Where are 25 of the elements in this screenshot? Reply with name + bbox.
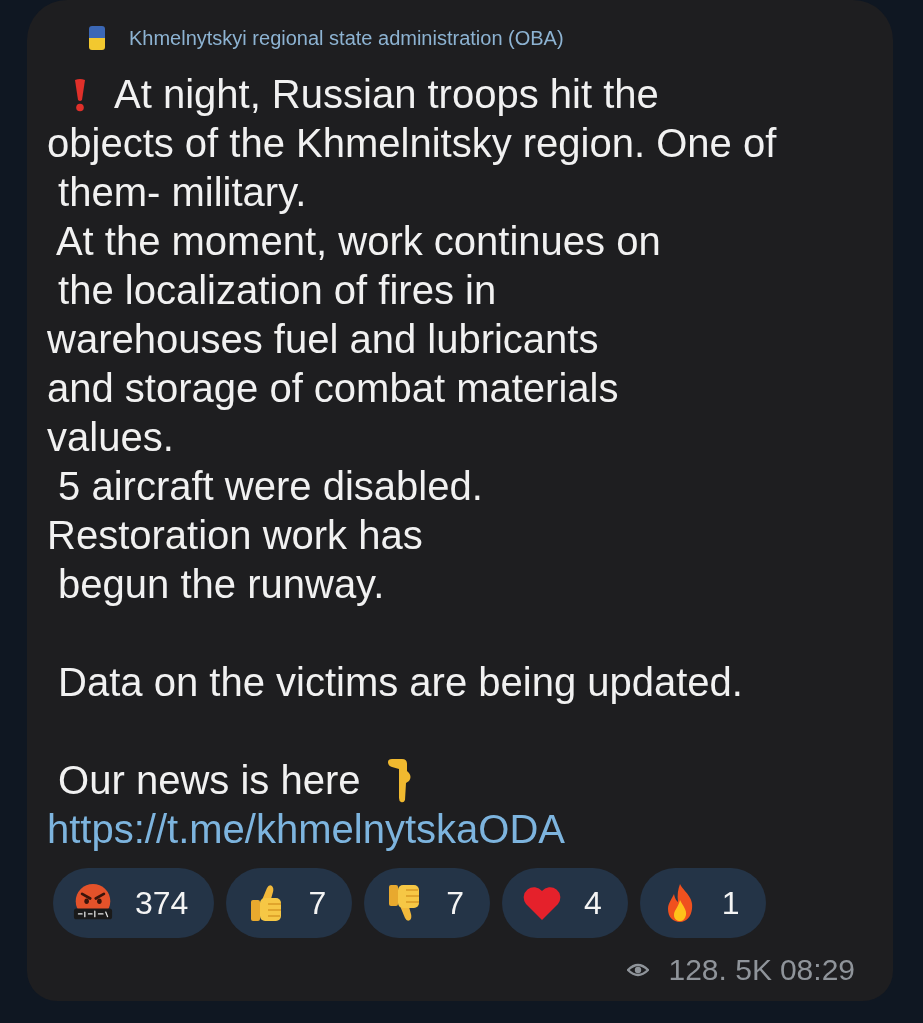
message-line: objects of the Khmelnitsky region. One of: [47, 120, 778, 167]
exclamation-icon: [72, 77, 88, 112]
eye-icon: [626, 962, 649, 978]
message-line: them- military.: [57, 169, 308, 216]
message-link[interactable]: https://t.me/khmelnytskaODA: [47, 805, 565, 854]
message-line: Our news is here: [57, 757, 361, 804]
message-line: values.: [47, 414, 175, 461]
message-line: begun the runway.: [57, 561, 386, 608]
message-time: 08:29: [779, 953, 855, 987]
message-line: 5 aircraft were disabled.: [57, 463, 484, 510]
flag-icon: [89, 26, 105, 50]
message-line: the localization of fires in: [57, 267, 498, 314]
message-line: Data on the victims are being updated.: [57, 659, 744, 706]
reaction-button[interactable]: 374: [53, 868, 215, 938]
message-line: warehouses fuel and lubricants: [47, 316, 600, 363]
message-line: At night, Russian troops hit the: [114, 71, 659, 118]
message-line: and storage of combat materials: [47, 365, 620, 412]
reaction-button[interactable]: 7: [226, 868, 353, 938]
reaction-button[interactable]: 7: [364, 868, 490, 938]
reaction-button[interactable]: 4: [502, 868, 628, 938]
channel-name[interactable]: Khmelnytskyi regional state administration (OBA): [129, 26, 564, 50]
message-line: Restoration work has: [47, 512, 424, 559]
reaction-button[interactable]: 1: [639, 868, 766, 938]
message-line: At the moment, work continues on: [54, 218, 662, 265]
view-count: 128. 5K: [668, 953, 772, 987]
